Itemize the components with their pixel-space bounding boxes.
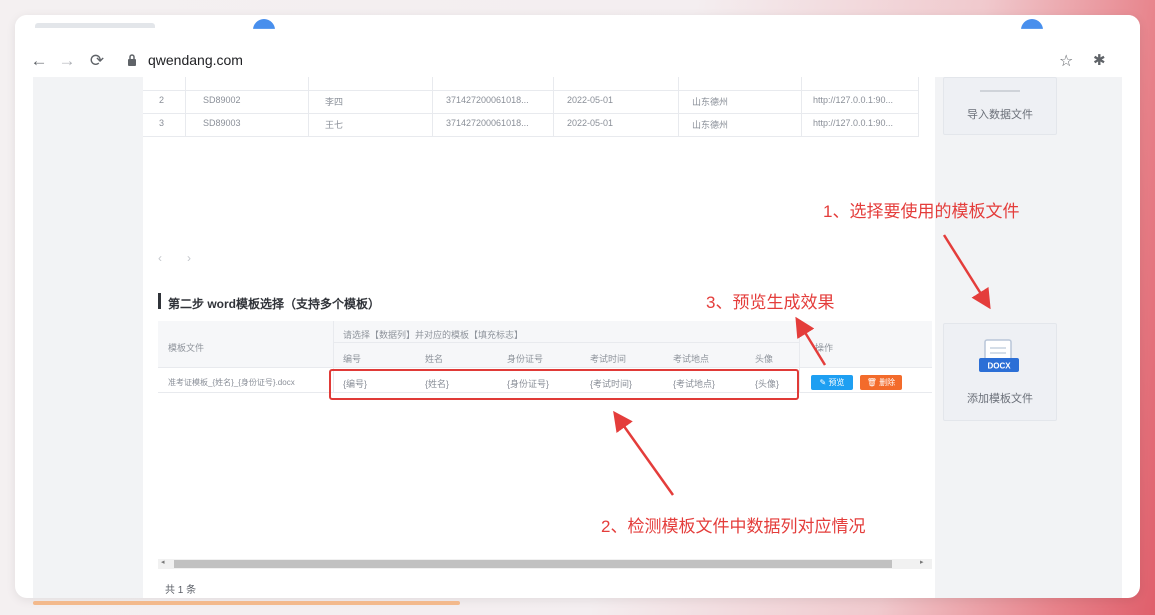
forward-arrow-icon[interactable]: → xyxy=(57,51,77,71)
arrow-to-mapping xyxy=(613,410,675,496)
screenshot-frame: ← → ⟳ qwendang.com ☆ ✱ 2 SD89002 李四 3714… xyxy=(15,15,1140,598)
arrow-to-add-template xyxy=(942,234,991,310)
bookmark-star-icon[interactable]: ☆ xyxy=(1059,51,1073,71)
progress-underline xyxy=(33,601,460,605)
reload-icon[interactable]: ⟳ xyxy=(87,51,107,71)
arrow-to-preview xyxy=(795,316,827,366)
tab-title-faint[interactable] xyxy=(35,23,155,28)
browser-toolbar: ← → ⟳ qwendang.com ☆ ✱ xyxy=(15,45,1140,77)
extensions-puzzle-icon[interactable]: ✱ xyxy=(1093,51,1106,69)
tab-favicon[interactable] xyxy=(253,19,275,29)
profile-avatar[interactable] xyxy=(1021,19,1043,29)
annotation-step3: 3、预览生成效果 xyxy=(706,293,835,312)
lock-icon xyxy=(128,54,136,66)
address-bar[interactable]: qwendang.com xyxy=(148,52,243,68)
annotation-step2: 2、检测模板文件中数据列对应情况 xyxy=(601,517,866,536)
page-content: 2 SD89002 李四 37142720006101​8... 2022-05… xyxy=(33,77,1122,598)
annotation-arrows xyxy=(613,234,991,496)
annotation-step1: 1、选择要使用的模板文件 xyxy=(823,202,1020,221)
browser-tabstrip xyxy=(15,15,1140,43)
back-arrow-icon[interactable]: ← xyxy=(29,51,49,71)
